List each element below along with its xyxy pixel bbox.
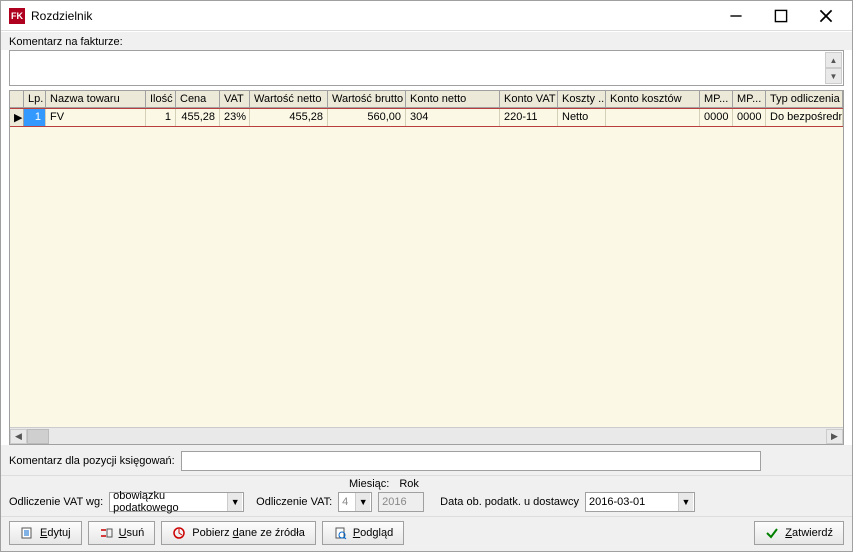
cell-mp2[interactable]: 0000 [733,109,766,126]
col-mp1[interactable]: MP... [700,91,733,107]
preview-button[interactable]: Podgląd [322,521,404,545]
cell-lp[interactable]: 1 [24,109,46,126]
cell-wnetto[interactable]: 455,28 [250,109,328,126]
minimize-icon [729,9,743,23]
deduction-vat-label: Odliczenie VAT: [256,496,332,508]
year-input: 2016 [378,492,424,512]
button-bar: EEdytujdytuj Usuń Pobierz dane ze źródła… [1,516,852,551]
month-label: Miesiąc: [349,478,389,490]
month-value: 4 [342,496,352,508]
minus-icon [99,526,113,540]
cell-koszty[interactable]: Netto [558,109,606,126]
deduction-by-value: obowiązku podatkowego [113,490,224,514]
close-button[interactable] [803,2,848,30]
horizontal-scrollbar[interactable]: ◀ ▶ [10,427,843,444]
invoice-comment-input[interactable]: ▲ ▼ [9,50,844,86]
refresh-icon [172,526,186,540]
posting-comment-label: Komentarz dla pozycji księgowań: [9,455,175,467]
minimize-button[interactable] [713,2,758,30]
cell-mp1[interactable]: 0000 [700,109,733,126]
supplier-tax-date-value: 2016-03-01 [589,496,675,508]
invoice-comment-label: Komentarz na fakturze: [1,31,852,50]
row-indicator-header [10,91,24,107]
col-kk[interactable]: Konto kosztów [606,91,700,107]
posting-comment-input[interactable] [181,451,761,471]
close-icon [819,9,833,23]
cell-vat[interactable]: 23% [220,109,250,126]
col-mp2[interactable]: MP... [733,91,766,107]
cell-wbrutto[interactable]: 560,00 [328,109,406,126]
chevron-down-icon: ▼ [227,493,242,511]
cell-nazwa[interactable]: FV [46,109,146,126]
scroll-down-button[interactable]: ▼ [825,68,842,84]
table-row[interactable]: ▶ 1 FV 1 455,28 23% 455,28 560,00 304 22… [10,108,843,127]
col-wbrutto[interactable]: Wartość brutto [328,91,406,107]
cell-cena[interactable]: 455,28 [176,109,220,126]
cell-ilosc[interactable]: 1 [146,109,176,126]
fetch-data-button[interactable]: Pobierz dane ze źródła [161,521,316,545]
titlebar: FK Rozdzielnik [1,1,852,31]
delete-button[interactable]: Usuń [88,521,156,545]
supplier-tax-date-label: Data ob. podatk. u dostawcy [440,496,579,508]
row-indicator: ▶ [10,109,24,126]
cell-typ[interactable]: Do bezpośrednie... [766,109,843,126]
scroll-right-button[interactable]: ▶ [826,429,843,444]
col-vat[interactable]: VAT [220,91,250,107]
col-ilosc[interactable]: Ilość [146,91,176,107]
confirm-button[interactable]: Zatwierdź [754,521,844,545]
col-nazwa[interactable]: Nazwa towaru [46,91,146,107]
grid-header: Lp. Nazwa towaru Ilość Cena VAT Wartość … [10,91,843,108]
scroll-left-button[interactable]: ◀ [10,429,27,444]
edit-button[interactable]: EEdytujdytuj [9,521,82,545]
col-lp[interactable]: Lp. [24,91,46,107]
cell-kk[interactable] [606,109,700,126]
col-wnetto[interactable]: Wartość netto [250,91,328,107]
month-combo[interactable]: 4 ▼ [338,492,372,512]
data-grid[interactable]: Lp. Nazwa towaru Ilość Cena VAT Wartość … [9,90,844,445]
supplier-tax-date-combo[interactable]: 2016-03-01 ▼ [585,492,695,512]
maximize-icon [774,9,788,23]
col-kvat[interactable]: Konto VAT [500,91,558,107]
chevron-down-icon: ▼ [678,493,693,511]
window-title: Rozdzielnik [31,9,713,23]
check-icon [765,526,779,540]
year-label: Rok [399,478,419,490]
edit-icon [20,526,34,540]
maximize-button[interactable] [758,2,803,30]
col-koszty[interactable]: Koszty ... [558,91,606,107]
app-icon: FK [9,8,25,24]
cell-knetto[interactable]: 304 [406,109,500,126]
window-root: FK Rozdzielnik Komentarz na fakturze: ▲ … [0,0,853,552]
scroll-up-button[interactable]: ▲ [825,52,842,68]
col-knetto[interactable]: Konto netto [406,91,500,107]
grid-body: ▶ 1 FV 1 455,28 23% 455,28 560,00 304 22… [10,108,843,427]
cell-kvat[interactable]: 220-11 [500,109,558,126]
preview-icon [333,526,347,540]
chevron-down-icon: ▼ [355,493,370,511]
col-cena[interactable]: Cena [176,91,220,107]
deduction-by-label: Odliczenie VAT wg: [9,496,103,508]
col-typ[interactable]: Typ odliczenia ... [766,91,843,107]
scroll-thumb[interactable] [27,429,49,444]
deduction-by-combo[interactable]: obowiązku podatkowego ▼ [109,492,244,512]
year-value: 2016 [382,496,406,508]
